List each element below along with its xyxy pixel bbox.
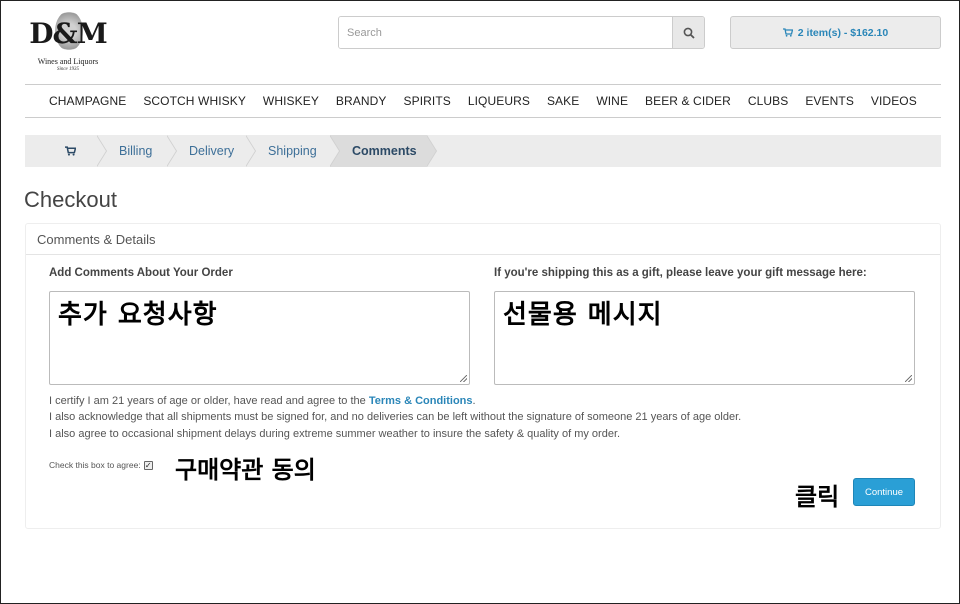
- terms-line-1-end: .: [472, 395, 476, 407]
- breadcrumb-separator: [245, 135, 256, 167]
- resize-handle-icon[interactable]: [905, 375, 912, 382]
- nav-item-scotch-whisky[interactable]: SCOTCH WHISKY: [143, 94, 246, 108]
- cart-button[interactable]: 2 item(s) - $162.10: [730, 16, 941, 49]
- logo-since: Since 1935: [56, 67, 80, 72]
- breadcrumb-separator: [96, 135, 107, 167]
- nav-item-brandy[interactable]: BRANDY: [336, 94, 387, 108]
- cart-summary: 2 item(s) - $162.10: [797, 26, 889, 39]
- gift-message-text: 선물용 메시지: [503, 300, 663, 330]
- checkout-breadcrumb: Billing Delivery Shipping Comments: [25, 135, 941, 167]
- shopping-cart-icon: [65, 146, 76, 156]
- breadcrumb-separator: [426, 135, 437, 167]
- shopping-cart-icon: [782, 28, 793, 37]
- breadcrumb-separator: [329, 135, 340, 167]
- breadcrumb-cart[interactable]: [25, 135, 107, 167]
- comments-text: 추가 요청사항: [58, 300, 218, 330]
- nav-item-sake[interactable]: SAKE: [547, 94, 579, 108]
- comments-label: Add Comments About Your Order: [49, 267, 233, 279]
- breadcrumb-label: Delivery: [189, 144, 235, 158]
- resize-handle-icon[interactable]: [460, 375, 467, 382]
- continue-button[interactable]: Continue: [853, 478, 915, 506]
- agree-row: Check this box to agree: ✓: [49, 460, 153, 470]
- nav-item-wine[interactable]: WINE: [596, 94, 628, 108]
- search-box: [338, 16, 705, 49]
- main-nav: CHAMPAGNE SCOTCH WHISKY WHISKEY BRANDY S…: [25, 84, 941, 118]
- nav-item-beer-cider[interactable]: BEER & CIDER: [645, 94, 731, 108]
- nav-item-liqueurs[interactable]: LIQUEURS: [468, 94, 530, 108]
- gift-message-textarea[interactable]: 선물용 메시지: [494, 291, 915, 385]
- terms-line-1: I certify I am 21 years of age or older,…: [49, 393, 741, 409]
- search-input[interactable]: [339, 17, 672, 48]
- click-annotation: 클릭: [795, 483, 840, 511]
- gift-message-label: If you're shipping this as a gift, pleas…: [494, 267, 867, 279]
- breadcrumb-label: Comments: [352, 144, 417, 158]
- agree-annotation: 구매약관 동의: [175, 456, 316, 484]
- logo-mark: D&M: [29, 17, 108, 50]
- search-icon: [683, 27, 695, 39]
- store-logo[interactable]: D&M Wines and Liquors Since 1935: [25, 11, 111, 75]
- nav-item-whiskey[interactable]: WHISKEY: [263, 94, 319, 108]
- nav-item-champagne[interactable]: CHAMPAGNE: [49, 94, 126, 108]
- search-button[interactable]: [672, 17, 704, 48]
- breadcrumb-label: Billing: [119, 144, 153, 158]
- nav-item-videos[interactable]: VIDEOS: [871, 94, 917, 108]
- breadcrumb-comments[interactable]: Comments: [330, 135, 437, 167]
- panel-title: Comments & Details: [26, 224, 940, 255]
- terms-line-3: I also agree to occasional shipment dela…: [49, 427, 621, 440]
- breadcrumb-label: Shipping: [268, 144, 317, 158]
- logo-tagline: Wines and Liquors: [37, 57, 99, 66]
- agree-label: Check this box to agree:: [49, 460, 141, 470]
- terms-line-2: I also acknowledge that all shipments mu…: [49, 411, 742, 424]
- breadcrumb-delivery[interactable]: Delivery: [167, 135, 256, 167]
- terms-line-1-text: I certify I am 21 years of age or older,…: [49, 395, 369, 407]
- breadcrumb-shipping[interactable]: Shipping: [246, 135, 340, 167]
- terms-conditions-link[interactable]: Terms & Conditions: [369, 395, 473, 407]
- agree-checkbox[interactable]: ✓: [143, 460, 153, 470]
- breadcrumb-separator: [166, 135, 177, 167]
- terms-text: I certify I am 21 years of age or older,…: [49, 393, 741, 442]
- nav-item-events[interactable]: EVENTS: [805, 94, 854, 108]
- comments-textarea[interactable]: 추가 요청사항: [49, 291, 470, 385]
- page-title: Checkout: [24, 187, 117, 212]
- nav-item-spirits[interactable]: SPIRITS: [403, 94, 450, 108]
- breadcrumb-billing[interactable]: Billing: [97, 135, 177, 167]
- nav-item-clubs[interactable]: CLUBS: [748, 94, 789, 108]
